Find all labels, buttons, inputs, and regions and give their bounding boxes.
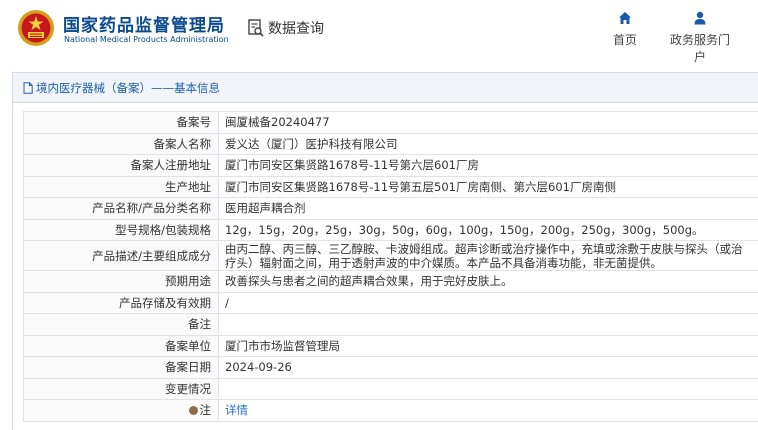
row-value: 2024-09-26 — [219, 357, 758, 379]
table-row: 备案单位 厦门市市场监督管理局 — [24, 335, 758, 357]
bulb-icon — [189, 406, 198, 415]
row-label: 备案人名称 — [24, 133, 219, 155]
row-value: 详情 — [219, 400, 758, 422]
site-title-cn: 国家药品监督管理局 — [63, 11, 225, 36]
row-value: 爱义达（厦门）医护科技有限公司 — [219, 133, 758, 155]
row-label: 备案日期 — [24, 357, 219, 379]
panel-title: 境内医疗器械（备案）——基本信息 — [13, 73, 758, 103]
row-value — [219, 314, 758, 336]
table-row: 备案日期 2024-09-26 — [24, 357, 758, 379]
nav-service-portal-label: 政务服务门户 — [670, 33, 730, 64]
document-search-icon — [248, 19, 264, 37]
row-value: / — [219, 292, 758, 314]
data-query-link[interactable]: 数据查询 — [248, 17, 324, 39]
row-label: 生产地址 — [24, 176, 219, 198]
row-label: 预期用途 — [24, 271, 219, 293]
nav-home[interactable]: 首页 — [590, 11, 660, 48]
document-icon — [23, 82, 33, 94]
national-emblem-logo — [17, 9, 55, 47]
table-row: 备案人注册地址 厦门市同安区集贤路1678号-11号第六层601厂房 — [24, 155, 758, 177]
row-value: 12g，15g，20g，25g，30g，50g，60g，100g，150g，20… — [219, 219, 758, 241]
note-label-text: 注 — [200, 403, 212, 417]
table-row: 生产地址 厦门市同安区集贤路1678号-11号第五层501厂房南侧、第六层601… — [24, 176, 758, 198]
row-label: 产品存储及有效期 — [24, 292, 219, 314]
row-value: 医用超声耦合剂 — [219, 198, 758, 220]
row-label: 产品描述/主要组成成分 — [24, 241, 219, 271]
table-row: 产品描述/主要组成成分 由丙二醇、丙三醇、三乙醇胺、卡波姆组成。超声诊断或治疗操… — [24, 241, 758, 271]
home-icon — [618, 11, 632, 25]
table-row: 备案号 闽厦械备20240477 — [24, 112, 758, 134]
row-label: 型号规格/包装规格 — [24, 219, 219, 241]
details-link[interactable]: 详情 — [225, 403, 248, 417]
table-row: 变更情况 — [24, 378, 758, 400]
row-value: 闽厦械备20240477 — [219, 112, 758, 134]
row-value: 改善探头与患者之间的超声耦合效果，用于完好皮肤上。 — [219, 271, 758, 293]
table-row: 备案人名称 爱义达（厦门）医护科技有限公司 — [24, 133, 758, 155]
row-label: 备案号 — [24, 112, 219, 134]
row-value: 厦门市同安区集贤路1678号-11号第六层601厂房 — [219, 155, 758, 177]
table-row: 产品名称/产品分类名称 医用超声耦合剂 — [24, 198, 758, 220]
row-label: 产品名称/产品分类名称 — [24, 198, 219, 220]
row-value — [219, 378, 758, 400]
user-icon — [693, 11, 707, 25]
panel-title-text: 境内医疗器械（备案）——基本信息 — [36, 80, 220, 96]
site-header: 国家药品监督管理局 National Medical Products Admi… — [0, 0, 758, 64]
table-row: 备注 — [24, 314, 758, 336]
row-label: 变更情况 — [24, 378, 219, 400]
detail-panel: 境内医疗器械（备案）——基本信息 备案号 闽厦械备20240477 备案人名称 … — [12, 72, 758, 430]
table-row: 型号规格/包装规格 12g，15g，20g，25g，30g，50g，60g，10… — [24, 219, 758, 241]
row-value: 厦门市同安区集贤路1678号-11号第五层501厂房南侧、第六层601厂房南侧 — [219, 176, 758, 198]
row-label: 备案单位 — [24, 335, 219, 357]
nav-service-portal[interactable]: 政务服务门户 — [665, 11, 735, 65]
table-row: 注 详情 — [24, 400, 758, 422]
row-label-note: 注 — [24, 400, 219, 422]
site-title-en: National Medical Products Administration — [64, 35, 229, 44]
row-label: 备案人注册地址 — [24, 155, 219, 177]
data-query-label: 数据查询 — [268, 18, 324, 38]
row-value: 由丙二醇、丙三醇、三乙醇胺、卡波姆组成。超声诊断或治疗操作中，充填或涂敷于皮肤与… — [219, 241, 758, 271]
table-row: 产品存储及有效期 / — [24, 292, 758, 314]
basic-info-table: 备案号 闽厦械备20240477 备案人名称 爱义达（厦门）医护科技有限公司 备… — [23, 111, 758, 422]
nav-home-label: 首页 — [613, 33, 637, 47]
row-value: 厦门市市场监督管理局 — [219, 335, 758, 357]
row-label: 备注 — [24, 314, 219, 336]
table-row: 预期用途 改善探头与患者之间的超声耦合效果，用于完好皮肤上。 — [24, 271, 758, 293]
